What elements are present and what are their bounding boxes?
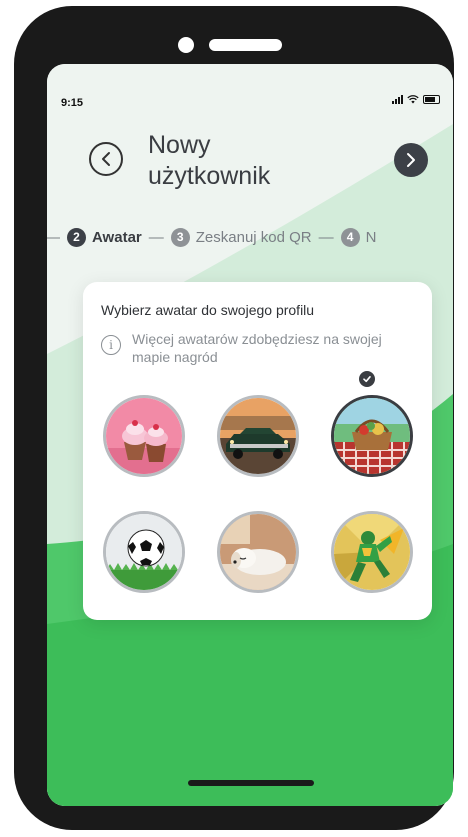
- step-connector: —: [318, 228, 334, 246]
- signal-icon: [392, 95, 403, 104]
- avatar-vintage-car[interactable]: [217, 395, 299, 477]
- avatar-cupcakes[interactable]: [103, 395, 185, 477]
- battery-icon: [423, 95, 440, 104]
- info-text: Więcej awatarów zdobędziesz na swojej ma…: [132, 331, 382, 365]
- step-indicator: — 2 Awatar — 3 Zeskanuj kod QR — 4 N: [47, 225, 376, 249]
- avatar-sleeping-dog[interactable]: [217, 511, 299, 593]
- phone-screen: 9:15 Nowy użytkownik 2 Awatar — 3 Zeskan…: [47, 64, 453, 806]
- camera-icon: [178, 37, 194, 53]
- step-number: 3: [170, 227, 190, 247]
- next-button[interactable]: [394, 143, 428, 177]
- status-time: 9:15: [61, 97, 84, 109]
- step-connector: —: [148, 228, 164, 246]
- chevron-left-icon: [102, 152, 110, 166]
- card-title: Wybierz awatar do swojego profilu: [101, 302, 315, 318]
- step-label-next: N: [365, 228, 377, 246]
- step-number: 2: [67, 227, 86, 247]
- avatar-picker-card: Wybierz awatar do swojego profilu i Więc…: [83, 282, 432, 620]
- step-number: 4: [340, 227, 360, 247]
- home-indicator[interactable]: [188, 780, 314, 786]
- step-label-qr: Zeskanuj kod QR: [195, 228, 312, 246]
- avatar-superhero[interactable]: [331, 511, 413, 593]
- page-title-line2: użytkownik: [148, 162, 271, 190]
- page-title: Nowy użytkownik: [148, 130, 348, 192]
- info-icon: i: [101, 335, 121, 355]
- step-label-awatar: Awatar: [92, 228, 142, 246]
- back-button[interactable]: [89, 142, 123, 176]
- status-icons: [392, 95, 440, 104]
- page-title-line1: Nowy: [148, 131, 211, 159]
- check-icon: [359, 371, 375, 387]
- step-connector: —: [47, 229, 60, 246]
- phone-frame: 9:15 Nowy użytkownik 2 Awatar — 3 Zeskan…: [14, 6, 454, 830]
- avatar-soccer-ball[interactable]: [103, 511, 185, 593]
- wifi-icon: [407, 95, 419, 104]
- avatar-picnic-basket[interactable]: [331, 395, 413, 477]
- chevron-right-icon: [407, 153, 415, 167]
- speaker-grille: [209, 39, 282, 51]
